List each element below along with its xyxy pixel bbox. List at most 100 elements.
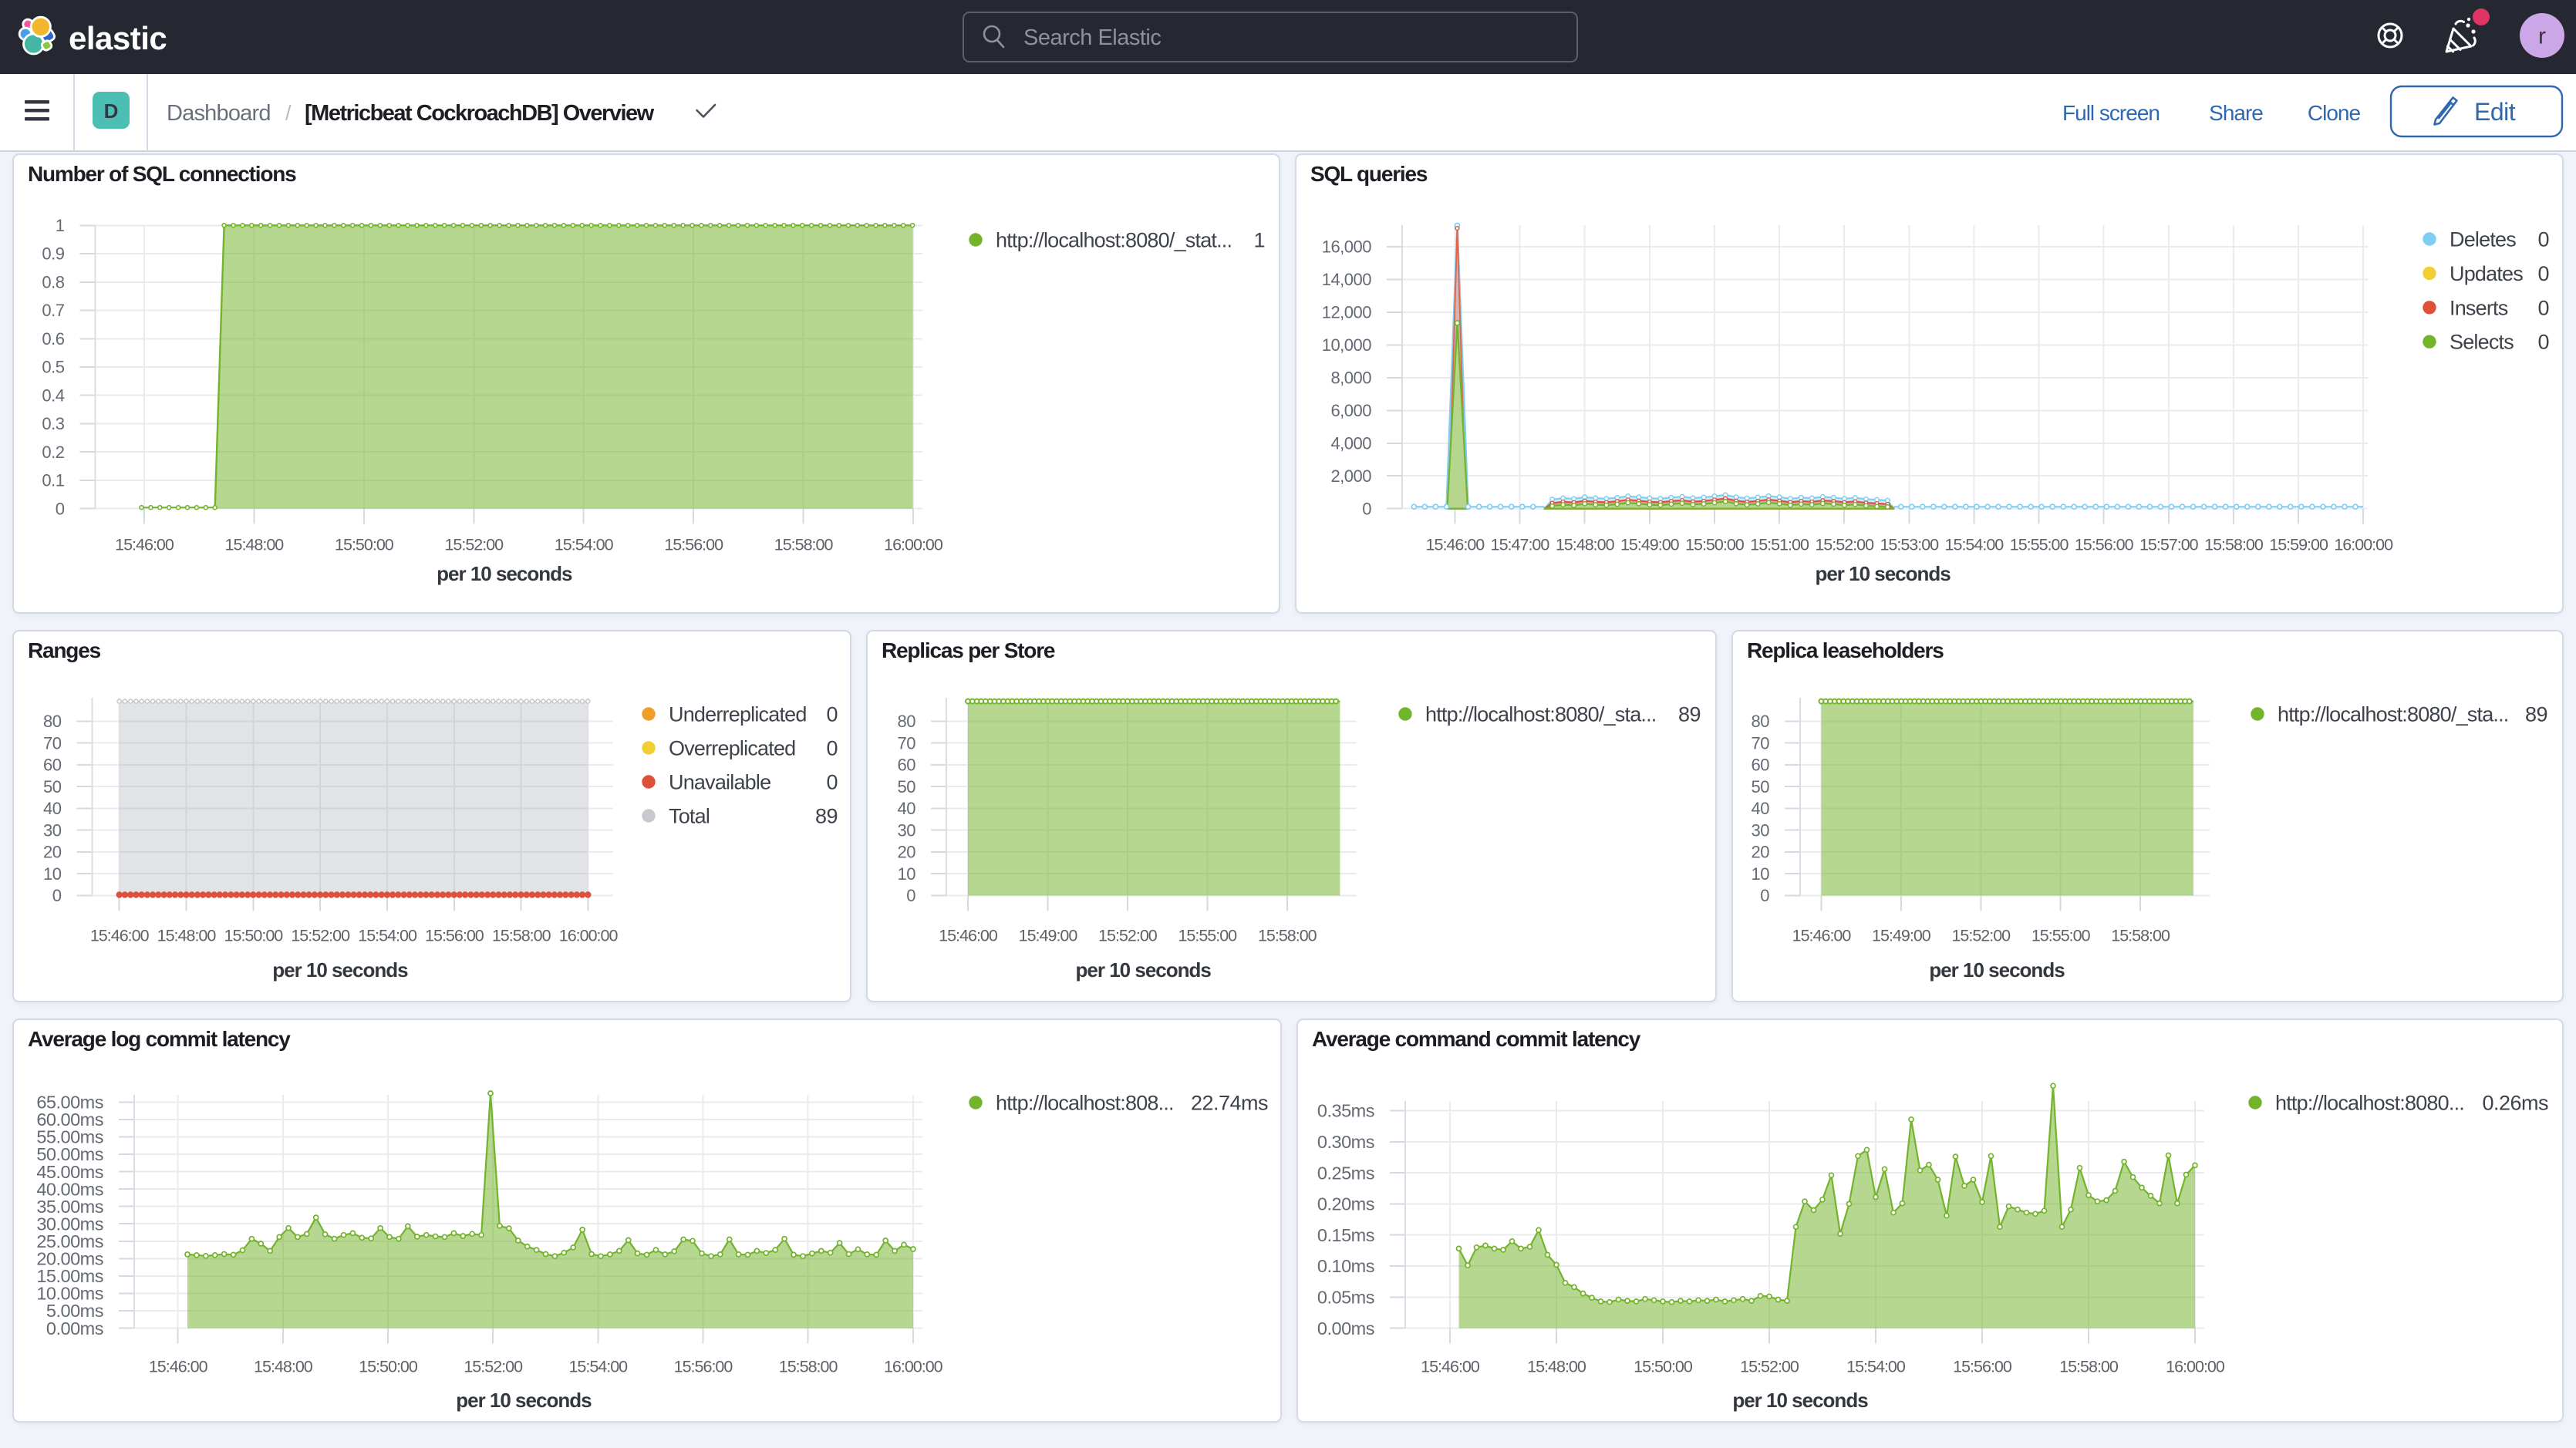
svg-text:16:00:00: 16:00:00 [884,1358,943,1376]
svg-text:15:52:00: 15:52:00 [291,927,350,945]
svg-text:per 10 seconds: per 10 seconds [1732,1389,1868,1412]
svg-text:0.30ms: 0.30ms [1317,1132,1374,1152]
svg-text:Full screen: Full screen [2062,101,2160,125]
svg-text:60.00ms: 60.00ms [36,1110,103,1130]
svg-text:40: 40 [43,799,62,818]
svg-text:15:58:00: 15:58:00 [774,536,834,554]
svg-text:35.00ms: 35.00ms [36,1197,103,1217]
svg-text:40.00ms: 40.00ms [36,1179,103,1199]
svg-text:per 10 seconds: per 10 seconds [437,562,572,585]
svg-text:16:00:00: 16:00:00 [2334,536,2393,554]
svg-text:70: 70 [43,733,62,753]
svg-text:4,000: 4,000 [1330,434,1371,453]
svg-text:1: 1 [1253,228,1265,251]
svg-text:89: 89 [2525,702,2547,726]
svg-text:15:50:00: 15:50:00 [359,1358,418,1376]
svg-text:0.4: 0.4 [42,386,64,405]
svg-text:15:52:00: 15:52:00 [1098,927,1158,945]
svg-text:65.00ms: 65.00ms [36,1093,103,1113]
svg-text:http://localhost:8080/_sta...: http://localhost:8080/_sta... [2278,702,2509,726]
svg-text:15:46:00: 15:46:00 [1421,1358,1480,1376]
svg-text:22.74ms: 22.74ms [1191,1091,1268,1114]
svg-text:15:58:00: 15:58:00 [492,927,551,945]
svg-text:15:59:00: 15:59:00 [2269,536,2328,554]
svg-text:50: 50 [898,777,916,796]
svg-text:0.3: 0.3 [42,414,64,433]
svg-text:r: r [2538,24,2546,49]
svg-text:http://localhost:808...: http://localhost:808... [996,1091,1174,1114]
svg-text:0: 0 [2537,227,2549,251]
svg-text:Underreplicated: Underreplicated [669,702,807,726]
svg-text:16:00:00: 16:00:00 [2166,1358,2225,1376]
svg-text:80: 80 [43,712,62,731]
svg-text:16:00:00: 16:00:00 [884,536,943,554]
svg-text:0.8: 0.8 [42,273,64,292]
svg-text:15:46:00: 15:46:00 [1426,536,1485,554]
svg-text:15:55:00: 15:55:00 [1178,927,1237,945]
svg-text:0.25ms: 0.25ms [1317,1163,1374,1183]
svg-text:Clone: Clone [2308,101,2361,125]
svg-text:89: 89 [815,804,838,827]
svg-text:0.20ms: 0.20ms [1317,1194,1374,1214]
svg-text:15:52:00: 15:52:00 [464,1358,523,1376]
svg-text:15:58:00: 15:58:00 [2059,1358,2119,1376]
svg-text:15:52:00: 15:52:00 [1740,1358,1799,1376]
svg-text:50: 50 [43,777,62,796]
svg-text:80: 80 [898,712,916,731]
svg-text:15:54:00: 15:54:00 [555,536,614,554]
svg-text:20.00ms: 20.00ms [36,1249,103,1269]
svg-text:0.15ms: 0.15ms [1317,1225,1374,1245]
svg-text:15:52:00: 15:52:00 [444,536,504,554]
svg-text:15:49:00: 15:49:00 [1620,536,1680,554]
svg-text:10: 10 [1752,864,1770,884]
svg-text:0.00ms: 0.00ms [1317,1318,1374,1339]
svg-text:16,000: 16,000 [1322,237,1372,257]
svg-text:per 10 seconds: per 10 seconds [1815,562,1951,585]
svg-text:0: 0 [2537,331,2549,354]
svg-text:10: 10 [43,864,62,884]
svg-text:15:46:00: 15:46:00 [115,536,174,554]
svg-text:0: 0 [2537,296,2549,319]
svg-text:15:54:00: 15:54:00 [568,1358,628,1376]
svg-text:50: 50 [1752,777,1770,796]
svg-text:1: 1 [56,216,65,235]
svg-text:20: 20 [1752,843,1770,862]
svg-text:0.35ms: 0.35ms [1317,1101,1374,1121]
svg-text:50.00ms: 50.00ms [36,1144,103,1164]
svg-text:15:46:00: 15:46:00 [149,1358,208,1376]
svg-text:15:48:00: 15:48:00 [1556,536,1615,554]
svg-text:30: 30 [898,820,916,840]
svg-text:0: 0 [56,499,65,518]
svg-text:Replica leaseholders: Replica leaseholders [1747,638,1944,662]
svg-text:5.00ms: 5.00ms [46,1301,103,1321]
svg-text:0: 0 [1362,499,1371,518]
svg-text:0.05ms: 0.05ms [1317,1288,1374,1308]
svg-text:15:58:00: 15:58:00 [1258,927,1317,945]
svg-text:15:54:00: 15:54:00 [1846,1358,1906,1376]
svg-text:80: 80 [1752,712,1770,731]
svg-text:15:49:00: 15:49:00 [1872,927,1931,945]
svg-text:Updates: Updates [2450,262,2523,285]
svg-text:Ranges: Ranges [28,638,101,662]
svg-text:16:00:00: 16:00:00 [559,927,619,945]
svg-text:14,000: 14,000 [1322,270,1372,289]
svg-text:Inserts: Inserts [2450,296,2508,319]
svg-text:0: 0 [2537,262,2549,285]
svg-text:15:58:00: 15:58:00 [779,1358,838,1376]
svg-text:15:56:00: 15:56:00 [1953,1358,2012,1376]
svg-text:0.00ms: 0.00ms [46,1318,103,1339]
svg-text:Average log commit latency: Average log commit latency [28,1027,291,1051]
svg-text:89: 89 [1678,702,1701,726]
svg-text:per 10 seconds: per 10 seconds [272,958,408,982]
svg-text:15:46:00: 15:46:00 [90,927,150,945]
svg-text:15:48:00: 15:48:00 [254,1358,313,1376]
svg-text:30.00ms: 30.00ms [36,1214,103,1234]
svg-text:15:51:00: 15:51:00 [1750,536,1809,554]
svg-text:0.2: 0.2 [42,443,64,462]
svg-text:20: 20 [898,843,916,862]
svg-text:SQL queries: SQL queries [1310,162,1428,186]
svg-text:15:55:00: 15:55:00 [2031,927,2091,945]
svg-text:70: 70 [898,733,916,753]
svg-text:10.00ms: 10.00ms [36,1284,103,1304]
svg-text:15:56:00: 15:56:00 [664,536,723,554]
